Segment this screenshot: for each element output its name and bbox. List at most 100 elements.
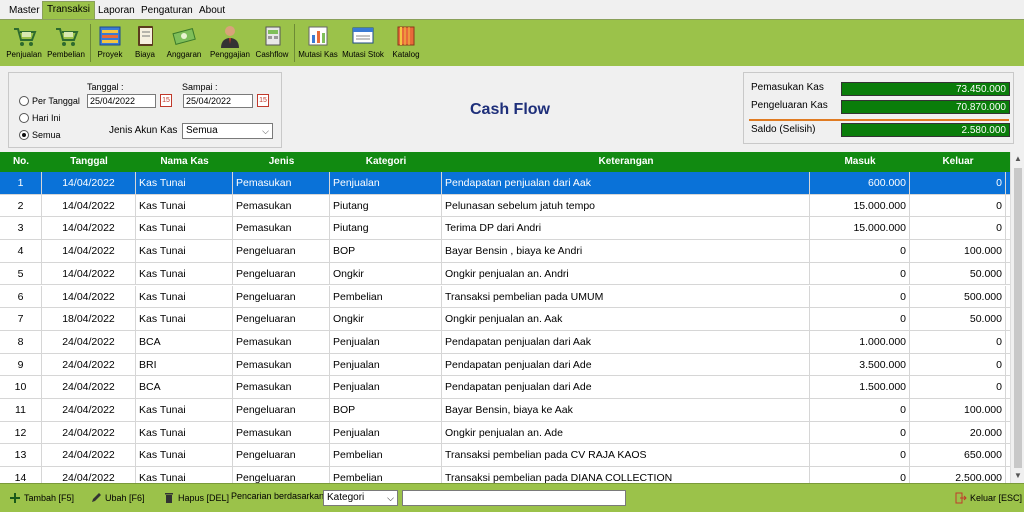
keluar-button[interactable]: Keluar [ESC] (955, 492, 1022, 504)
column-header[interactable]: Masuk (810, 152, 910, 172)
cell-masuk: 0 (810, 399, 910, 421)
cell-keterangan: Ongkir penjualan an. Ade (442, 421, 810, 444)
menu-bar: Master Transaksi Laporan Pengaturan Abou… (0, 0, 1024, 20)
cell-tanggal: 24/04/2022 (42, 330, 136, 353)
toolbar-label: Penjualan (6, 50, 42, 59)
jenis-akun-select[interactable]: Semua ⌵ (182, 123, 273, 139)
cell-no: 4 (0, 240, 42, 263)
toolbar-penjualan-button[interactable]: Penjualan (4, 23, 44, 65)
toolbar-label: Pembelian (47, 50, 85, 59)
toolbar-katalog-button[interactable]: Katalog (388, 23, 424, 65)
scroll-down-icon[interactable]: ▼ (1011, 469, 1024, 483)
sampai-input[interactable]: 25/04/2022 (183, 94, 253, 108)
radio-circle (19, 96, 29, 106)
column-header[interactable]: Kategori (330, 152, 442, 172)
radio-per-tanggal[interactable]: Per Tanggal (19, 96, 80, 106)
cell-no: 13 (0, 444, 42, 467)
table-row[interactable]: 3 14/04/2022 Kas Tunai Pemasukan Piutang Teri… (0, 217, 1010, 241)
cell-masuk: 1.000.000 (810, 330, 910, 353)
toolbar-mutasi-stok-button[interactable]: Mutasi Stok (340, 23, 386, 65)
radio-semua[interactable]: Semua (19, 130, 61, 140)
radio-hari-ini[interactable]: Hari Ini (19, 113, 61, 123)
cell-jenis: Pengeluaran (233, 444, 330, 467)
tab-laporan[interactable]: Laporan (93, 2, 140, 20)
cell-masuk: 0 (810, 285, 910, 308)
tanggal-input[interactable]: 25/04/2022 (87, 94, 156, 108)
cell-jenis: Pemasukan (233, 194, 330, 217)
cashflow-icon (265, 26, 281, 46)
project-icon (99, 26, 121, 46)
table-row[interactable]: 13 24/04/2022 Kas Tunai Pengeluaran Pembelia… (0, 444, 1010, 468)
cell-keterangan: Pendapatan penjualan dari Aak (442, 330, 810, 353)
cell-keluar: 0 (910, 330, 1006, 353)
book-icon (138, 26, 153, 46)
scroll-up-icon[interactable]: ▲ (1011, 152, 1024, 166)
cell-keterangan: Pelunasan sebelum jatuh tempo (442, 194, 810, 217)
cell-kategori: Pembelian (330, 467, 442, 483)
search-field-select[interactable]: Kategori ⌵ (323, 490, 398, 506)
tambah-button[interactable]: Tambah [F5] (9, 492, 74, 504)
tab-transaksi[interactable]: Transaksi (42, 1, 95, 20)
table-row[interactable]: 8 24/04/2022 BCA Pemasukan Penjualan Pendapat… (0, 330, 1010, 354)
scroll-thumb[interactable] (1014, 168, 1022, 468)
cell-keluar: 0 (910, 194, 1006, 217)
vertical-scrollbar[interactable]: ▲ ▼ (1010, 152, 1024, 483)
table-row[interactable]: 5 14/04/2022 Kas Tunai Pengeluaran Ongkir Ong… (0, 262, 1010, 286)
column-header[interactable]: Jenis (233, 152, 330, 172)
table-row[interactable]: 1 14/04/2022 Kas Tunai Pemasukan Penjualan Pe… (0, 172, 1010, 195)
table-row[interactable]: 14 24/04/2022 Kas Tunai Pengeluaran Pembelia… (0, 467, 1010, 483)
button-label: Tambah [F5] (24, 493, 75, 503)
plus-icon (10, 493, 20, 503)
radio-circle (19, 130, 29, 140)
cell-jenis: Pemasukan (233, 353, 330, 376)
cell-keluar: 2.500.000 (910, 467, 1006, 483)
money-icon (172, 27, 196, 45)
hapus-button[interactable]: Hapus [DEL] (163, 492, 229, 504)
column-header[interactable]: Keterangan (442, 152, 810, 172)
table-row[interactable]: 7 18/04/2022 Kas Tunai Pengeluaran Ongkir Ong… (0, 308, 1010, 331)
tab-pengaturan[interactable]: Pengaturan (136, 2, 198, 20)
cell-kategori: Ongkir (330, 262, 442, 285)
toolbar-label: Penggajian (209, 50, 251, 59)
cell-kategori: Penjualan (330, 330, 442, 353)
cell-kategori: Penjualan (330, 421, 442, 444)
calendar-icon[interactable]: 15 (257, 94, 269, 107)
tab-master[interactable]: Master (4, 2, 45, 20)
toolbar-cashflow-button[interactable]: Cashflow (254, 23, 290, 65)
cell-no: 12 (0, 421, 42, 444)
exit-icon (955, 492, 967, 504)
tab-about[interactable]: About (194, 2, 230, 20)
search-input[interactable] (402, 490, 626, 506)
column-header[interactable]: Tanggal (42, 152, 136, 172)
cell-kategori: BOP (330, 399, 442, 421)
table-row[interactable]: 2 14/04/2022 Kas Tunai Pemasukan Piutang Pelu… (0, 194, 1010, 218)
calendar-icon[interactable]: 15 (160, 94, 172, 107)
select-value: Kategori (327, 492, 365, 503)
toolbar-proyek-button[interactable]: Proyek (94, 23, 126, 65)
button-label: Hapus [DEL] (178, 493, 230, 503)
toolbar-penggajian-button[interactable]: Penggajian (207, 23, 253, 65)
table-row[interactable]: 4 14/04/2022 Kas Tunai Pengeluaran BOP Bayar … (0, 240, 1010, 263)
pencil-icon (92, 493, 101, 502)
table-row[interactable]: 12 24/04/2022 Kas Tunai Pemasukan Penjualan O… (0, 421, 1010, 445)
toolbar-anggaran-button[interactable]: Anggaran (164, 23, 204, 65)
cell-kategori: Pembelian (330, 444, 442, 467)
table-row[interactable]: 11 24/04/2022 Kas Tunai Pengeluaran BOP Bayar… (0, 399, 1010, 422)
table-row[interactable]: 10 24/04/2022 BCA Pemasukan Penjualan Pendapa… (0, 376, 1010, 399)
cell-nama-kas: Kas Tunai (136, 172, 233, 194)
ubah-button[interactable]: Ubah [F6] (90, 492, 145, 504)
cell-masuk: 600.000 (810, 172, 910, 194)
toolbar-pembelian-button[interactable]: Pembelian (46, 23, 86, 65)
cell-jenis: Pemasukan (233, 330, 330, 353)
cell-no: 2 (0, 194, 42, 217)
cell-kategori: Piutang (330, 194, 442, 217)
table-row[interactable]: 9 24/04/2022 BRI Pemasukan Penjualan Pendapat… (0, 353, 1010, 377)
pemasukan-value: 73.450.000 (841, 82, 1010, 96)
toolbar-biaya-button[interactable]: Biaya (130, 23, 160, 65)
column-header[interactable]: No. (0, 152, 42, 172)
cell-keluar: 100.000 (910, 240, 1006, 263)
table-row[interactable]: 6 14/04/2022 Kas Tunai Pengeluaran Pembelian… (0, 285, 1010, 309)
column-header[interactable]: Nama Kas (136, 152, 233, 172)
column-header[interactable]: Keluar (910, 152, 1006, 172)
toolbar-mutasi-kas-button[interactable]: Mutasi Kas (298, 23, 338, 65)
